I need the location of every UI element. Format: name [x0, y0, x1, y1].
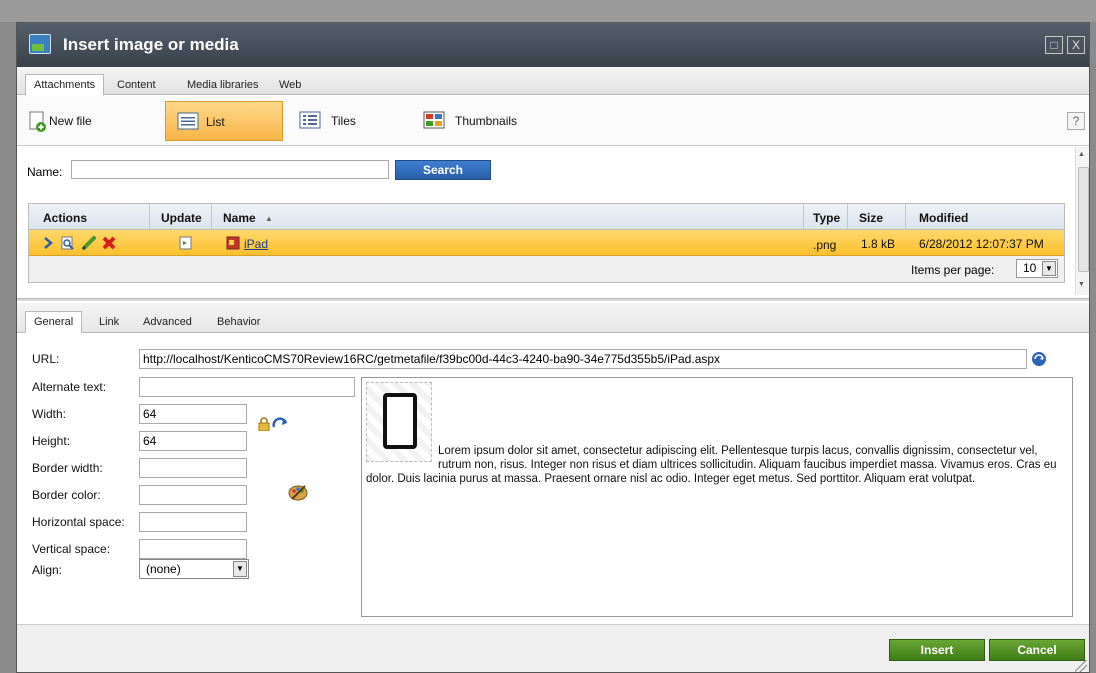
- list-view-label: List: [206, 115, 225, 129]
- border-color-label: Border color:: [32, 488, 101, 502]
- general-properties: URL: Alternate text: Width: Height: Bord…: [17, 334, 1089, 624]
- backdrop: [0, 0, 1096, 22]
- table-row[interactable]: iPad .png 1.8 kB 6/28/2012 12:07:37 PM: [29, 230, 1064, 256]
- tab-link[interactable]: Link: [91, 312, 127, 332]
- list-view-icon: [177, 112, 199, 130]
- delete-icon[interactable]: [101, 235, 117, 251]
- horizontal-space-input[interactable]: [139, 512, 247, 532]
- tab-behavior[interactable]: Behavior: [209, 312, 268, 332]
- tiles-view-label: Tiles: [331, 114, 356, 128]
- scrollbar-thumb[interactable]: [1078, 167, 1089, 272]
- edit-pencil-icon[interactable]: [81, 235, 97, 251]
- grid-scrollbar[interactable]: ▲ ▼: [1075, 147, 1089, 295]
- thumbnails-view-icon: [423, 111, 445, 129]
- dialog-title: Insert image or media: [63, 35, 239, 54]
- tiles-view-icon: [299, 111, 321, 129]
- thumbnails-view-label: Thumbnails: [455, 114, 518, 128]
- dialog-footer: Insert Cancel: [17, 624, 1089, 672]
- color-palette-icon[interactable]: [287, 482, 309, 502]
- image-thumbnail: [366, 382, 432, 462]
- column-name[interactable]: Name: [223, 211, 256, 225]
- tab-general[interactable]: General: [25, 311, 83, 333]
- source-tabs: Attachments Content Media libraries Web: [17, 67, 1089, 96]
- align-select[interactable]: (none) ▼: [139, 559, 249, 579]
- border-width-input[interactable]: [139, 458, 247, 478]
- file-size: 1.8 kB: [861, 237, 896, 251]
- refresh-url-icon[interactable]: [1031, 351, 1047, 367]
- tab-content[interactable]: Content: [109, 75, 164, 95]
- file-type: .png: [813, 238, 837, 252]
- update-file-icon[interactable]: [179, 236, 193, 250]
- column-actions: Actions: [43, 211, 88, 225]
- insert-media-dialog: Insert image or media □ X Attachments Co…: [16, 22, 1090, 673]
- url-input[interactable]: [139, 349, 1027, 369]
- search-button[interactable]: Search: [395, 160, 491, 180]
- thumbnails-view-button[interactable]: Thumbnails: [423, 101, 543, 141]
- search-label: Name:: [27, 165, 63, 179]
- tab-media-libraries[interactable]: Media libraries: [179, 75, 267, 95]
- align-value: (none): [146, 562, 181, 576]
- align-label: Align:: [32, 563, 63, 577]
- file-modified: 6/28/2012 12:07:37 PM: [919, 237, 1044, 251]
- search-input[interactable]: [71, 160, 389, 179]
- new-file-button[interactable]: New file: [25, 101, 125, 141]
- items-per-page-value: 10: [1023, 261, 1037, 275]
- tab-web[interactable]: Web: [271, 75, 309, 95]
- width-label: Width:: [32, 407, 67, 421]
- column-modified: Modified: [919, 211, 969, 225]
- file-name-link[interactable]: iPad: [244, 237, 268, 251]
- alt-text-label: Alternate text:: [32, 380, 107, 394]
- grid-pager: Items per page: 10 ▼: [29, 256, 1064, 282]
- preview-icon[interactable]: [61, 236, 75, 250]
- height-label: Height:: [32, 434, 71, 448]
- resize-grip-icon[interactable]: [1075, 660, 1087, 672]
- chevron-down-icon: ▼: [233, 561, 247, 577]
- insert-button[interactable]: Insert: [889, 639, 985, 661]
- pane-splitter[interactable]: [17, 298, 1089, 301]
- tab-advanced[interactable]: Advanced: [135, 312, 200, 332]
- search-bar: Name: Search: [17, 147, 1075, 187]
- tab-attachments[interactable]: Attachments: [25, 74, 105, 96]
- column-type: Type: [813, 211, 841, 225]
- scroll-down-icon[interactable]: ▼: [1078, 281, 1085, 288]
- image-preview-pane: Lorem ipsum dolor sit amet, consectetur …: [361, 377, 1073, 617]
- url-label: URL:: [32, 352, 60, 366]
- close-button[interactable]: X: [1067, 36, 1085, 54]
- sort-ascending-icon: ▲: [265, 214, 273, 223]
- scroll-up-icon[interactable]: ▲: [1078, 151, 1085, 158]
- column-update: Update: [161, 211, 202, 225]
- vertical-space-label: Vertical space:: [32, 542, 111, 556]
- horizontal-space-label: Horizontal space:: [32, 515, 125, 529]
- width-input[interactable]: [139, 404, 247, 424]
- image-media-icon: [29, 34, 51, 54]
- height-input[interactable]: [139, 431, 247, 451]
- tiles-view-button[interactable]: Tiles: [299, 101, 389, 141]
- select-arrow-icon[interactable]: [43, 237, 53, 249]
- vertical-space-input[interactable]: [139, 539, 247, 559]
- border-color-input[interactable]: [139, 485, 247, 505]
- chevron-down-icon: ▼: [1042, 261, 1056, 276]
- new-file-label: New file: [49, 114, 92, 128]
- attachments-grid: Actions Update Name ▲ Type Size Modified: [28, 203, 1065, 283]
- new-file-icon: [29, 111, 46, 132]
- grid-header: Actions Update Name ▲ Type Size Modified: [29, 204, 1064, 230]
- reset-size-icon[interactable]: [272, 417, 288, 431]
- view-toolbar: New file List Tiles Thumbnails ?: [17, 96, 1089, 146]
- list-view-button[interactable]: List: [165, 101, 283, 141]
- png-file-icon: [226, 236, 240, 250]
- items-per-page-label: Items per page:: [911, 263, 995, 277]
- help-button[interactable]: ?: [1067, 112, 1085, 130]
- ipad-image: [383, 393, 417, 449]
- dialog-titlebar: Insert image or media □ X: [17, 23, 1089, 67]
- items-per-page-select[interactable]: 10 ▼: [1016, 259, 1058, 278]
- alt-text-input[interactable]: [139, 377, 355, 397]
- border-width-label: Border width:: [32, 461, 103, 475]
- maximize-button[interactable]: □: [1045, 36, 1063, 54]
- preview-sample-text: Lorem ipsum dolor sit amet, consectetur …: [366, 445, 1057, 485]
- cancel-button[interactable]: Cancel: [989, 639, 1085, 661]
- column-size: Size: [859, 211, 884, 225]
- lock-ratio-icon[interactable]: [258, 417, 270, 431]
- properties-tabs: General Link Advanced Behavior: [17, 303, 1089, 333]
